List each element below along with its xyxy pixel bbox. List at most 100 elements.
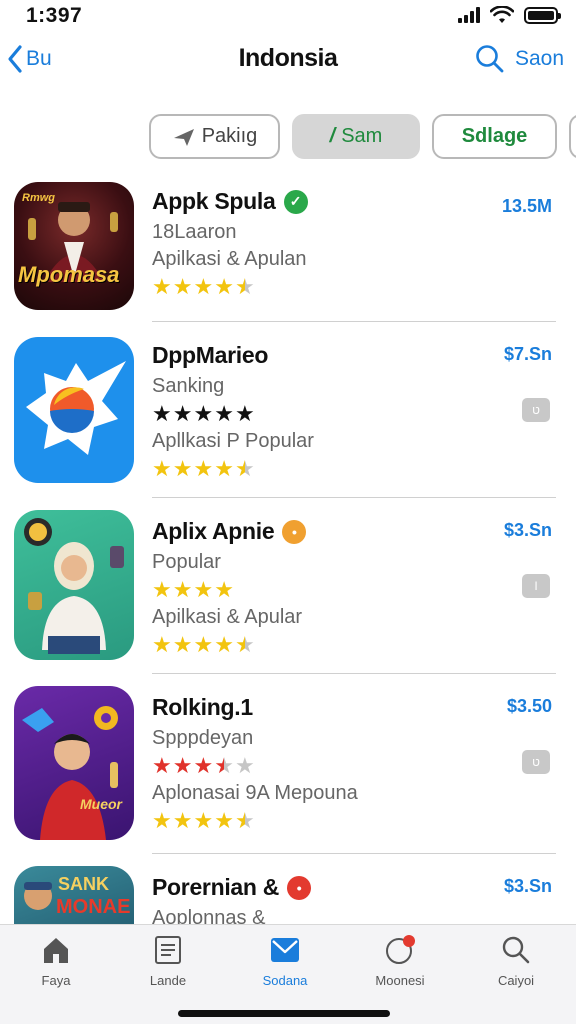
star-rating: ★ ★ ★ ★ ★ bbox=[152, 457, 556, 481]
star-icon: ★ bbox=[172, 577, 193, 602]
app-artwork bbox=[26, 361, 126, 455]
star-icon: ★ bbox=[234, 456, 255, 481]
signal-icon bbox=[458, 7, 480, 23]
app-name-text: Porernian & bbox=[152, 874, 280, 900]
tab-search[interactable]: Caiyoi bbox=[470, 933, 562, 988]
app-info: Aplix Apnie • Popular ★ ★ ★ ★ Apilkasi & Ap… bbox=[152, 518, 556, 657]
star-rating: ★ ★ ★ ★ ★ bbox=[152, 754, 556, 778]
leaf-icon: / bbox=[329, 125, 336, 147]
app-price: $3.50 bbox=[506, 696, 552, 716]
star-icon: ★ bbox=[234, 808, 255, 833]
star-icon: ★ bbox=[193, 274, 214, 299]
app-icon: SANK MONAE bbox=[14, 866, 134, 924]
tab-label: Caiyoi bbox=[497, 973, 535, 988]
star-icon: ★ bbox=[172, 456, 193, 481]
status-bar: 1:397 bbox=[0, 0, 576, 34]
tab-documents[interactable]: Lande bbox=[122, 933, 214, 988]
status-time: 1:397 bbox=[26, 4, 83, 27]
star-icon: ★ bbox=[152, 401, 172, 426]
list-item[interactable]: Aplix Apnie • Popular ★ ★ ★ ★ Apilkasi & Ap… bbox=[0, 498, 576, 674]
star-icon: ★ bbox=[193, 808, 214, 833]
star-icon: ★ bbox=[193, 577, 214, 602]
chip-storage[interactable]: Sdlage bbox=[432, 114, 557, 159]
app-category: Aplonasai 9A Mepouna bbox=[152, 782, 358, 804]
notification-icon bbox=[386, 935, 415, 964]
tab-bar: Faya Lande Sodana Moonesi Caiyoi bbox=[0, 924, 576, 1024]
chip-parking[interactable]: Pakiıg bbox=[149, 114, 280, 159]
chip-label: Pakiıg bbox=[201, 125, 258, 147]
tab-notifications[interactable]: Moonesi bbox=[354, 933, 446, 988]
star-rating: ★ ★ ★ ★ ★ bbox=[152, 633, 556, 657]
app-name: Appk Spula ✓ bbox=[152, 188, 556, 215]
star-icon: ★ bbox=[214, 753, 234, 778]
app-name: Aplix Apnie • bbox=[152, 518, 556, 545]
list-item[interactable]: DppMarieo Sanking ★ ★ ★ ★ ★ Apllkasi P Popul… bbox=[0, 322, 576, 498]
app-name: DppMarieo bbox=[152, 342, 269, 368]
app-name: Rolking.1 bbox=[152, 694, 253, 720]
tab-messages[interactable]: Sodana bbox=[239, 933, 331, 988]
search-button[interactable]: Saon bbox=[475, 44, 564, 74]
home-icon bbox=[44, 938, 68, 963]
chip-selected[interactable]: / Sam bbox=[292, 114, 420, 159]
hot-badge-icon: • bbox=[287, 875, 312, 900]
app-info: Rolking.1 Spppdeyan ★ ★ ★ ★ ★ Aplonasai 9A M… bbox=[152, 694, 556, 833]
app-subtitle: Spppdeyan bbox=[152, 727, 254, 749]
star-icon: ★ bbox=[172, 632, 193, 657]
wifi-icon bbox=[490, 6, 514, 23]
star-icon: ★ bbox=[214, 632, 234, 657]
get-button[interactable]: ט bbox=[522, 398, 550, 422]
chip-label: Sdlage bbox=[461, 125, 528, 147]
search-icon bbox=[476, 45, 504, 73]
star-rating: ★ ★ ★ ★ ★ bbox=[152, 402, 556, 426]
get-button[interactable]: ט bbox=[522, 750, 550, 774]
app-icon bbox=[14, 337, 134, 483]
icon-caption: Mueor bbox=[80, 796, 122, 812]
app-name: Porernian & • bbox=[152, 874, 556, 901]
app-category: Apllkasi P Popular bbox=[152, 430, 314, 452]
chip-more[interactable] bbox=[569, 114, 576, 159]
star-rating: ★ ★ ★ ★ ★ bbox=[152, 809, 556, 833]
app-category: Apilkasi & Apular bbox=[152, 606, 303, 628]
star-icon: ★ bbox=[193, 753, 214, 778]
app-info: Appk Spula ✓ 18Laaron Apilkasi & Apulan … bbox=[152, 188, 556, 299]
plane-icon bbox=[173, 128, 194, 146]
list-item[interactable]: Rmwg Mpomasa Appk Spula ✓ 18Laaron Apilk… bbox=[0, 178, 576, 322]
app-subtitle: Popular bbox=[152, 551, 221, 573]
get-button[interactable]: I bbox=[522, 574, 550, 598]
star-icon: ★ bbox=[214, 808, 234, 833]
star-icon: ★ bbox=[172, 808, 193, 833]
app-subtitle: Sanking bbox=[152, 375, 225, 397]
list-item[interactable]: SANK MONAE Porernian & • Aoplonnas & $3.… bbox=[0, 854, 576, 924]
status-icons bbox=[458, 6, 561, 24]
tab-label: Lande bbox=[149, 973, 187, 988]
tab-label: Faya bbox=[41, 973, 71, 988]
star-icon: ★ bbox=[214, 274, 234, 299]
app-price: $3.Sn bbox=[503, 876, 552, 896]
list-item[interactable]: Mueor Rolking.1 Spppdeyan ★ ★ ★ ★ ★ Aplonasa… bbox=[0, 674, 576, 854]
app-info: Porernian & • Aoplonnas & bbox=[152, 874, 556, 924]
app-subtitle: 18Laaron bbox=[152, 221, 237, 243]
tab-label: Moonesi bbox=[375, 973, 425, 988]
star-icon: ★ bbox=[234, 401, 255, 426]
app-artwork bbox=[24, 882, 52, 910]
icon-caption: Mpomasa bbox=[18, 262, 120, 287]
tab-home[interactable]: Faya bbox=[10, 933, 102, 988]
search-label: Saon bbox=[514, 47, 564, 70]
star-icon: ★ bbox=[214, 456, 234, 481]
app-artwork bbox=[22, 706, 118, 840]
app-icon: Mueor bbox=[14, 686, 134, 840]
star-icon: ★ bbox=[152, 456, 172, 481]
star-icon: ★ bbox=[234, 274, 255, 299]
app-subtitle: Aoplonnas & bbox=[152, 907, 266, 924]
battery-icon bbox=[524, 6, 561, 24]
app-price: 13.5M bbox=[501, 196, 552, 216]
tab-label: Sodana bbox=[262, 973, 308, 988]
star-icon: ★ bbox=[193, 401, 214, 426]
star-icon: ★ bbox=[152, 808, 172, 833]
star-icon: ★ bbox=[214, 401, 234, 426]
verified-badge-icon: ✓ bbox=[283, 189, 308, 214]
star-icon: ★ bbox=[193, 456, 214, 481]
mail-icon bbox=[271, 938, 299, 962]
star-icon: ★ bbox=[152, 577, 172, 602]
navigation-bar: Bu Indonsia Saon bbox=[0, 34, 576, 90]
